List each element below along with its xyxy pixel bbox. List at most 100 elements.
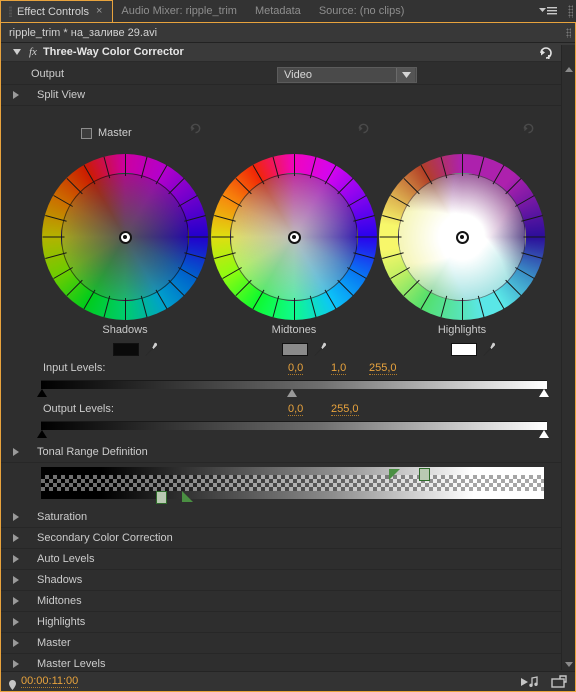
marker-icon[interactable] [9,677,16,690]
triangle-right-icon[interactable] [13,597,19,605]
property-row-auto-levels[interactable]: Auto Levels [1,549,561,570]
input-levels-gamma-value[interactable]: 1,0 [331,362,347,375]
midtones-wheel-handle[interactable] [287,230,301,244]
midtones-wheel-label: Midtones [271,324,317,336]
tonal-range-bar[interactable] [41,467,544,499]
shadows-wheel-handle[interactable] [118,230,132,244]
input-levels-slider[interactable] [1,379,561,401]
tab-bar-filler [414,0,532,22]
shadow-threshold-handle[interactable] [156,491,167,504]
property-label: Midtones [37,595,82,607]
scroll-up-icon[interactable] [563,63,575,75]
tonal-range-control[interactable] [1,463,561,507]
property-row-saturation[interactable]: Saturation [1,507,561,528]
shadows-color-wheel[interactable]: Shadows [42,154,208,336]
triangle-right-icon[interactable] [13,513,19,521]
panel-menu-icon[interactable] [532,0,564,22]
master-checkbox-group[interactable]: Master [81,127,132,139]
triangle-right-icon[interactable] [13,448,19,456]
property-label: Secondary Color Correction [37,532,173,544]
fx-badge-icon: fx [29,46,37,58]
chevron-down-icon[interactable] [396,68,415,82]
highlights-reset-icon[interactable] [522,121,535,139]
output-label: Output [31,68,65,80]
highlights-color-swatch[interactable] [451,342,477,356]
triangle-right-icon[interactable] [13,576,19,584]
property-label: Master Levels [37,658,106,670]
output-black-handle[interactable] [37,430,47,438]
input-white-handle[interactable] [539,389,549,397]
triangle-right-icon[interactable] [13,639,19,647]
property-row-master-levels[interactable]: Master Levels [1,654,561,670]
tab-audio-mixer[interactable]: Audio Mixer: ripple_trim [113,0,247,22]
highlights-wheel-handle[interactable] [455,230,469,244]
property-row-secondary-color-correction[interactable]: Secondary Color Correction [1,528,561,549]
scroll-down-icon[interactable] [563,658,575,670]
highlights-color-wheel[interactable]: Highlights [379,154,545,336]
split-view-row[interactable]: Split View [1,85,561,106]
output-white-handle[interactable] [539,430,549,438]
property-label: Master [37,637,71,649]
output-levels-white-value[interactable]: 255,0 [331,403,359,416]
tab-metadata[interactable]: Metadata [246,0,311,22]
effect-header[interactable]: fx Three-Way Color Corrector [1,43,575,62]
master-checkbox[interactable] [81,127,92,139]
tab-source[interactable]: Source: (no clips) [310,0,415,22]
shadows-color-swatch[interactable] [113,342,139,356]
input-black-handle[interactable] [37,389,47,397]
input-gamma-handle[interactable] [287,389,297,397]
input-levels-black-value[interactable]: 0,0 [288,362,304,375]
midtones-reset-icon[interactable] [357,121,370,139]
export-frame-icon[interactable] [551,675,567,688]
highlight-threshold-handle[interactable] [419,468,430,481]
property-row-shadows[interactable]: Shadows [1,570,561,591]
triangle-right-icon[interactable] [13,91,19,99]
property-row-midtones[interactable]: Midtones [1,591,561,612]
property-label: Saturation [37,511,88,523]
highlight-softness-handle[interactable] [389,469,400,480]
highlights-eyedropper-icon[interactable] [482,341,496,357]
close-icon[interactable]: × [96,6,102,17]
effect-disclosure-icon[interactable] [13,49,21,55]
input-levels-track [41,380,547,389]
property-row-highlights[interactable]: Highlights [1,612,561,633]
reset-icon[interactable] [539,46,553,64]
effect-title: Three-Way Color Corrector [42,46,184,58]
panel-grip-icon[interactable] [564,0,576,22]
shadows-eyedropper-icon[interactable] [144,341,158,357]
output-levels-label: Output Levels: [43,403,114,415]
output-levels-slider[interactable] [1,420,561,442]
master-label: Master [98,127,132,139]
input-levels-white-value[interactable]: 255,0 [369,362,397,375]
highlights-swatch-group[interactable] [451,341,496,357]
current-timecode[interactable]: 00:00:11:00 [21,675,79,688]
shadow-softness-handle[interactable] [182,491,193,502]
output-row: Output Video [1,64,561,85]
triangle-right-icon[interactable] [13,555,19,563]
panel-tab-bar: Effect Controls × Audio Mixer: ripple_tr… [0,0,576,22]
tab-effect-controls[interactable]: Effect Controls × [0,0,114,22]
clip-name-bar: ripple_trim * на_заливе 29.avi [1,23,575,43]
tab-label: Metadata [254,5,301,17]
shadows-swatch-group[interactable] [113,341,158,357]
color-wheels-area: Master Shadows Midtones Highlights [1,106,561,338]
triangle-right-icon[interactable] [13,618,19,626]
effect-controls-panel: Effect Controls × Audio Mixer: ripple_tr… [0,0,576,692]
shadows-reset-icon[interactable] [189,121,202,139]
midtones-color-swatch[interactable] [282,342,308,356]
midtones-eyedropper-icon[interactable] [313,341,327,357]
property-row-master[interactable]: Master [1,633,561,654]
tonal-range-row[interactable]: Tonal Range Definition [1,442,561,463]
vertical-scrollbar[interactable] [561,45,575,670]
midtones-color-wheel[interactable]: Midtones [211,154,377,336]
midtones-swatch-group[interactable] [282,341,327,357]
property-label: Shadows [37,574,83,586]
output-levels-black-value[interactable]: 0,0 [288,403,304,416]
shadows-wheel-label: Shadows [102,324,148,336]
triangle-right-icon[interactable] [13,660,19,668]
output-select-value: Video [284,69,312,81]
output-select[interactable]: Video [277,67,417,83]
triangle-right-icon[interactable] [13,534,19,542]
play-audio-icon[interactable] [521,675,539,688]
resize-grip-icon[interactable] [566,28,571,38]
